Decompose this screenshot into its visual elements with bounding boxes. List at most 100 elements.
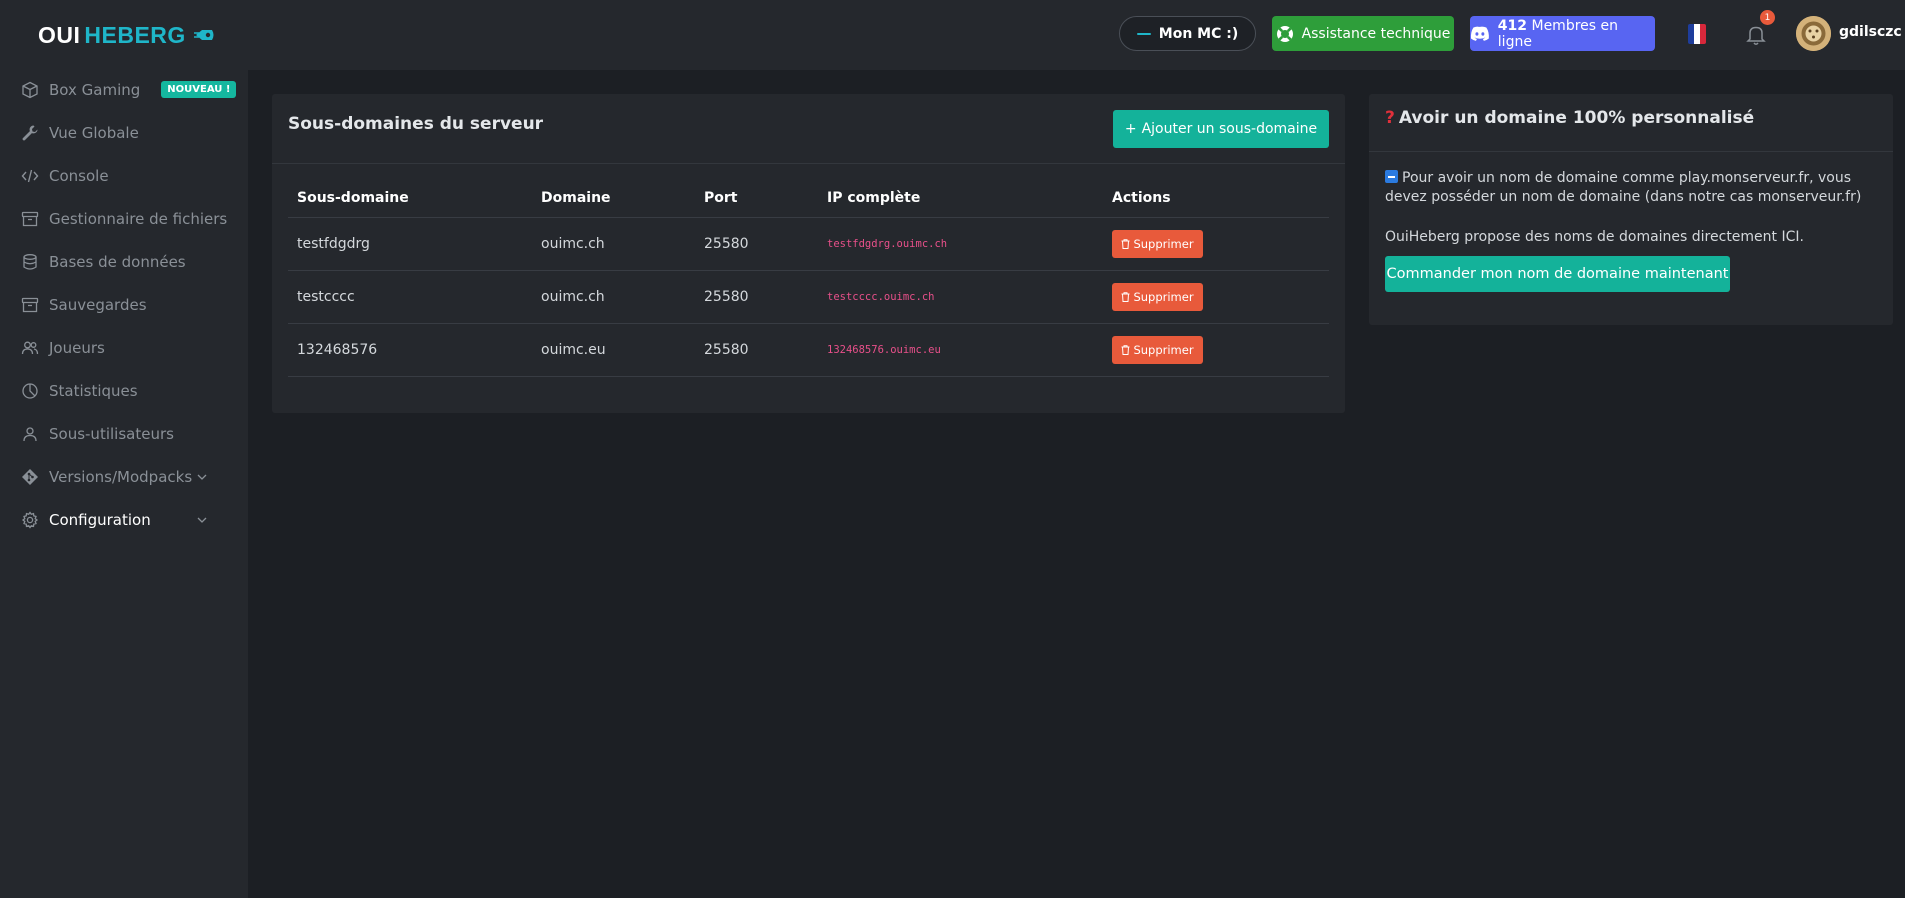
custom-domain-title: ? Avoir un domaine 100% personnalisé (1385, 108, 1754, 128)
sidebar-item-file-manager[interactable]: Gestionnaire de fichiers (0, 197, 248, 240)
column-header: IP complète (818, 180, 1103, 218)
table-row: testcccc ouimc.ch 25580 testcccc.ouimc.c… (288, 270, 1329, 324)
column-header: Sous-domaine (288, 180, 532, 218)
sidebar-item-statistics[interactable]: Statistiques (0, 369, 248, 412)
subdomain-cell: testfdgdrg (288, 217, 532, 271)
column-header: Actions (1103, 180, 1329, 218)
rocket-icon (193, 30, 214, 40)
logo-text-heberg: HEBERG (84, 21, 186, 48)
delete-button[interactable]: Supprimer (1112, 282, 1203, 311)
sidebar-item-label: Sauvegardes (49, 295, 147, 314)
language-flag-icon[interactable] (1688, 24, 1706, 44)
sidebar-item-label: Console (49, 166, 109, 185)
add-subdomain-label: Ajouter un sous-domaine (1141, 121, 1318, 137)
delete-label: Supprimer (1133, 342, 1194, 357)
actions-cell: Supprimer (1103, 270, 1329, 324)
bell-icon[interactable] (1746, 24, 1766, 46)
trash-icon (1121, 238, 1130, 249)
question-mark-icon: ? (1385, 108, 1395, 128)
plus-icon: + (1124, 121, 1137, 137)
column-header: Port (695, 180, 818, 218)
actions-cell: Supprimer (1103, 217, 1329, 271)
port-cell: 25580 (695, 323, 818, 377)
table-row: 132468576 ouimc.eu 25580 132468576.ouimc… (288, 323, 1329, 377)
divider (272, 163, 1345, 164)
support-button[interactable]: Assistance technique (1272, 16, 1454, 51)
ip-cell: 132468576.ouimc.eu (818, 323, 1103, 377)
sidebar-nav: Box Gaming NOUVEAU ! Vue Globale Console (0, 68, 248, 541)
sidebar-item-vue-globale[interactable]: Vue Globale (0, 111, 248, 154)
logo[interactable]: OUI HEBERG (38, 20, 216, 50)
app-root: OUI HEBERG Box Gaming NOUVEAU ! Vue Globa… (0, 0, 1905, 898)
lifebuoy-icon (1276, 25, 1293, 42)
gear-icon (21, 510, 39, 529)
sidebar-item-label: Gestionnaire de fichiers (49, 209, 228, 228)
trash-icon (1121, 291, 1130, 302)
column-header: Domaine (532, 180, 695, 218)
delete-button[interactable]: Supprimer (1112, 229, 1203, 258)
sidebar-item-label: Sous-utilisateurs (49, 424, 174, 443)
wrench-icon (21, 124, 39, 142)
domain-cell: ouimc.ch (532, 270, 695, 324)
discord-online-count: 412 (1497, 17, 1528, 34)
sidebar-item-backups[interactable]: Sauvegardes (0, 283, 248, 326)
discord-button[interactable]: 412 Membres en ligne (1470, 16, 1655, 51)
sidebar-item-versions[interactable]: Versions/Modpacks (0, 455, 248, 498)
sidebar-item-label: Box Gaming (49, 80, 141, 99)
divider (1369, 151, 1893, 152)
custom-domain-info: Pour avoir un nom de domaine comme play.… (1385, 169, 1885, 207)
git-icon (21, 468, 39, 486)
sidebar-item-console[interactable]: Console (0, 154, 248, 197)
username[interactable]: gdilsczc (1839, 24, 1902, 40)
domain-cell: ouimc.eu (532, 323, 695, 377)
domain-cell: ouimc.ch (532, 217, 695, 271)
avatar[interactable] (1796, 16, 1831, 51)
status-indicator (1136, 32, 1151, 35)
delete-label: Supprimer (1133, 236, 1194, 251)
sidebar-item-players[interactable]: Joueurs (0, 326, 248, 369)
support-label: Assistance technique (1301, 25, 1451, 42)
sidebar-item-label: Configuration (49, 510, 151, 529)
arrow-right-icon (1385, 170, 1398, 183)
trash-icon (1121, 344, 1130, 355)
database-icon (21, 253, 39, 271)
users-icon (21, 339, 39, 357)
sidebar-item-label: Vue Globale (49, 123, 139, 142)
pie-chart-icon (21, 382, 39, 400)
sidebar-item-configuration[interactable]: Configuration (0, 498, 248, 541)
discord-label: 412 Membres en ligne (1498, 18, 1655, 50)
subdomain-cell: 132468576 (288, 323, 532, 377)
custom-domain-title-text: Avoir un domaine 100% personnalisé (1398, 108, 1755, 128)
logo-text-oui: OUI (38, 21, 81, 48)
server-selector[interactable]: Mon MC :) (1119, 16, 1256, 51)
custom-domain-card: ? Avoir un domaine 100% personnalisé Pou… (1369, 94, 1893, 325)
actions-cell: Supprimer (1103, 323, 1329, 377)
ip-cell: testfdgdrg.ouimc.ch (818, 217, 1103, 271)
sidebar-item-subusers[interactable]: Sous-utilisateurs (0, 412, 248, 455)
delete-label: Supprimer (1133, 289, 1194, 304)
sidebar: OUI HEBERG Box Gaming NOUVEAU ! Vue Globa… (0, 0, 248, 898)
add-subdomain-button[interactable]: + Ajouter un sous-domaine (1113, 110, 1329, 148)
new-badge: NOUVEAU ! (161, 81, 237, 98)
sidebar-item-label: Joueurs (49, 338, 105, 357)
discord-icon (1470, 26, 1489, 41)
notification-badge: 1 (1760, 10, 1775, 25)
port-cell: 25580 (695, 270, 818, 324)
topbar: Mon MC :) Assistance technique 412 Membr… (248, 0, 1905, 70)
sidebar-item-box-gaming[interactable]: Box Gaming NOUVEAU ! (0, 68, 248, 111)
table-header-row: Sous-domaine Domaine Port IP complète Ac… (288, 180, 1329, 218)
subdomain-cell: testcccc (288, 270, 532, 324)
delete-button[interactable]: Supprimer (1112, 335, 1203, 364)
sidebar-item-databases[interactable]: Bases de données (0, 240, 248, 283)
page-title: Sous-domaines du serveur (288, 114, 544, 134)
archive-icon (21, 210, 39, 228)
ip-cell: testcccc.ouimc.ch (818, 270, 1103, 324)
box-icon (21, 81, 39, 99)
order-domain-button[interactable]: Commander mon nom de domaine maintenant (1385, 256, 1730, 292)
avatar-image (1796, 16, 1831, 51)
user-icon (21, 425, 39, 443)
chevron-down-icon (197, 517, 207, 523)
subdomains-card: Sous-domaines du serveur + Ajouter un so… (272, 94, 1345, 413)
custom-domain-info-text: Pour avoir un nom de domaine comme play.… (1385, 170, 1862, 205)
archive-icon (21, 296, 39, 314)
